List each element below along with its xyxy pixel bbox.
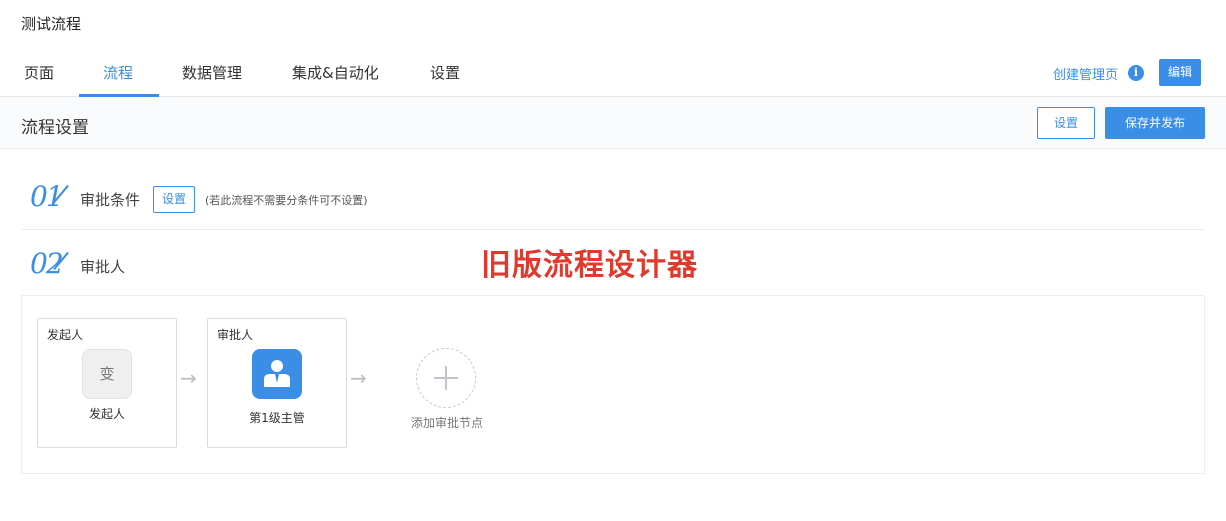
tab-data-management[interactable]: 数据管理 <box>182 62 242 83</box>
plus-icon <box>434 366 458 390</box>
node-caption: 发起人 <box>88 407 125 421</box>
node-header: 发起人 <box>47 328 84 342</box>
step-label-conditions: 审批条件 <box>80 191 141 209</box>
create-admin-page-link[interactable]: 创建管理页 <box>1053 64 1118 83</box>
add-approval-node-button[interactable] <box>416 348 476 408</box>
node-caption: 第1级主管 <box>249 411 305 425</box>
arrow-right-icon: → <box>350 366 367 390</box>
app-title: 测试流程 <box>21 15 82 33</box>
tab-settings[interactable]: 设置 <box>430 62 460 83</box>
arrow-right-icon: → <box>180 366 197 390</box>
annotation-label: 旧版流程设计器 <box>481 248 698 283</box>
tab-pages[interactable]: 页面 <box>24 62 54 83</box>
tab-integration-automation[interactable]: 集成&自动化 <box>292 62 379 83</box>
person-icon <box>252 349 302 399</box>
node-header: 审批人 <box>217 328 254 342</box>
approver-node[interactable]: 审批人 第1级主管 <box>207 318 347 448</box>
section-title: 流程设置 <box>21 118 89 138</box>
settings-button[interactable]: 设置 <box>1037 107 1095 139</box>
tab-bar: 页面 流程 数据管理 集成&自动化 设置 <box>0 56 1226 97</box>
edit-button[interactable]: 编辑 <box>1159 59 1201 86</box>
add-approval-node-label[interactable]: 添加审批节点 <box>405 414 489 431</box>
initiator-node[interactable]: 发起人 变 发起人 <box>37 318 177 448</box>
conditions-hint: (若此流程不需要分条件可不设置) <box>205 194 368 207</box>
info-icon[interactable]: i <box>1128 65 1144 81</box>
save-and-publish-button[interactable]: 保存并发布 <box>1105 107 1205 139</box>
divider <box>21 229 1205 230</box>
initiator-avatar-icon: 变 <box>82 349 132 399</box>
conditions-settings-button[interactable]: 设置 <box>153 186 195 213</box>
tab-flow[interactable]: 流程 <box>103 62 133 83</box>
step-label-approvers: 审批人 <box>80 258 126 276</box>
flow-canvas <box>21 295 1205 474</box>
